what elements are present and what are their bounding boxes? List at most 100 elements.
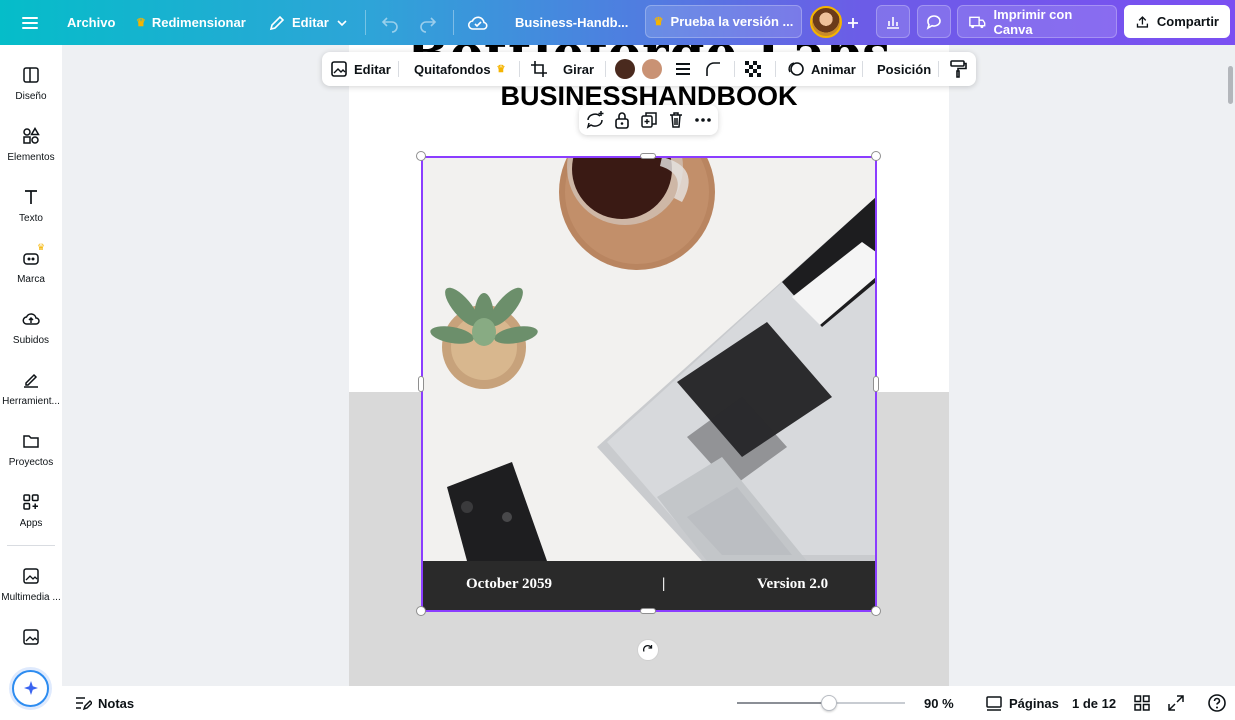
share-button[interactable]: Compartir [1124,5,1230,38]
context-toolbar: Editar Quitafondos ♛ Girar Animar Posici… [322,52,976,86]
sidebar-item-label: Multimedia ... [1,592,61,603]
duplicate-button[interactable] [639,110,659,130]
sidebar: Diseño Elementos Texto Marca ♛ Subidos H… [0,45,62,720]
sidebar-item-text[interactable]: Texto [0,179,62,237]
apps-icon [23,494,39,510]
corner-rounding-button[interactable] [704,52,722,86]
sidebar-item-label: Marca [17,274,45,285]
sidebar-item-uploads[interactable]: Subidos [0,301,62,359]
resize-handle-right[interactable] [873,376,879,392]
bottom-bar: Notas 90 % Páginas 1 de 12 [62,686,1235,720]
crop-button[interactable] [530,52,548,86]
sidebar-item-elements[interactable]: Elementos [0,118,62,176]
pencil-icon [269,15,285,30]
notes-icon [76,697,92,711]
sidebar-item-label: Elementos [7,152,55,163]
comment-plus-icon [586,111,604,129]
sidebar-item-apps[interactable]: Apps [0,484,62,542]
notes-button[interactable]: Notas [74,686,134,720]
zoom-level[interactable]: 90 % [924,686,954,720]
transparency-button[interactable] [744,52,762,86]
trial-button[interactable]: ♛ Prueba la versión ... [645,5,802,38]
footer-version: Version 2.0 [757,576,829,592]
comment-button[interactable] [917,5,951,38]
sidebar-item-photos[interactable] [0,619,62,677]
sidebar-item-label: Texto [19,213,43,224]
comment-icon [926,14,941,30]
checkerboard-icon [745,61,761,77]
sidebar-item-label: Herramient... [2,396,60,407]
sidebar-item-label: Apps [19,518,43,529]
element-quick-toolbar [579,105,718,135]
corner-radius-icon [706,62,720,76]
color-swatch-dark-brown[interactable] [615,59,635,79]
background-remover-button[interactable]: Quitafondos ♛ [414,52,506,86]
rotate-button[interactable] [637,639,659,661]
sidebar-item-media[interactable]: Multimedia ... [0,558,62,616]
sidebar-item-brand[interactable]: Marca ♛ [0,240,62,298]
menu-icon[interactable] [20,0,40,45]
resize-handle-top-right[interactable] [871,151,881,161]
desk-photo-illustration [422,157,876,561]
border-lines-icon [676,63,690,75]
shapes-icon [23,127,40,144]
sidebar-item-projects[interactable]: Proyectos [0,423,62,481]
resize-handle-top[interactable] [640,153,656,159]
crown-icon: ♛ [37,242,46,252]
pages-button[interactable]: Páginas [985,686,1059,720]
selected-photo[interactable] [422,157,876,561]
grid-icon [1134,695,1150,711]
cloud-check-icon [467,16,488,30]
color-swatch-tan[interactable] [642,59,662,79]
document-title[interactable]: Business-Handb... [515,0,628,45]
resize-button[interactable]: ♛ Redimensionar [136,0,246,45]
resize-handle-top-left[interactable] [416,151,426,161]
sidebar-item-tools[interactable]: Herramient... [0,362,62,420]
grid-view-button[interactable] [1133,686,1151,720]
edit-image-button[interactable]: Editar [330,52,391,86]
cloud-save-button[interactable] [467,0,489,45]
add-collaborator-button[interactable] [845,0,861,45]
comment-add-button[interactable] [585,110,605,130]
pages-icon [986,696,1002,711]
redo-icon [420,16,437,33]
lock-button[interactable] [612,110,632,130]
rotate-icon [642,644,653,652]
flip-button[interactable]: Girar [563,52,594,86]
insights-button[interactable] [876,5,910,38]
crown-icon: ♛ [496,63,506,75]
resize-handle-bottom-right[interactable] [871,606,881,616]
avatar[interactable] [810,6,842,38]
file-menu-button[interactable]: Archivo [67,0,115,45]
sidebar-divider [7,545,55,546]
bar-chart-icon [887,16,899,29]
resize-handle-bottom[interactable] [640,608,656,614]
footer-separator: | [662,576,666,592]
print-button[interactable]: Imprimir con Canva [957,5,1117,38]
edit-mode-button[interactable]: Editar [268,0,349,45]
folder-icon [23,435,39,448]
animate-button[interactable]: Animar [787,52,856,86]
sidebar-item-design[interactable]: Diseño [0,57,62,115]
lock-icon [615,112,629,129]
page-footer-band[interactable]: October 2059 | Version 2.0 [422,561,876,611]
zoom-slider-thumb[interactable] [821,695,838,711]
position-button[interactable]: Posición [877,52,931,86]
border-style-button[interactable] [674,52,692,86]
fullscreen-button[interactable] [1167,686,1185,720]
resize-handle-left[interactable] [418,376,424,392]
image-edit-icon [331,61,347,77]
copy-style-button[interactable] [949,52,967,86]
draw-icon [24,373,38,388]
crown-icon: ♛ [136,17,146,29]
redo-button[interactable] [418,0,438,45]
paint-roller-icon [950,60,967,78]
vertical-scrollbar[interactable] [1228,66,1233,104]
undo-button[interactable] [380,0,400,45]
help-button[interactable] [1207,686,1227,720]
resize-handle-bottom-left[interactable] [416,606,426,616]
magic-assistant-button[interactable] [12,670,49,707]
delete-button[interactable] [666,110,686,130]
trash-icon [670,112,682,128]
more-options-button[interactable] [693,110,713,130]
